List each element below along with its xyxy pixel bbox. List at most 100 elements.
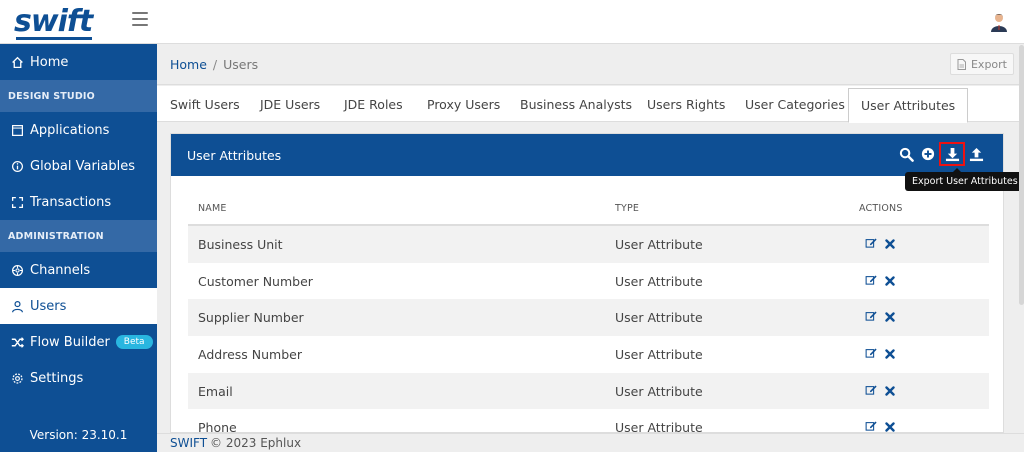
edit-icon[interactable] [865,237,877,252]
delete-icon[interactable] [885,420,895,432]
export-user-attributes-tooltip: Export User Attributes [905,168,1024,191]
row-type: User Attribute [615,420,703,433]
sidebar-section-design-studio: DESIGN STUDIO [0,80,157,112]
footer-copyright: © 2023 Ephlux [210,436,302,450]
tab-user-attributes[interactable]: User Attributes [848,88,969,123]
user-avatar-icon[interactable] [990,12,1008,32]
user-icon [8,300,26,313]
row-actions [849,274,989,289]
export-button-label: Export [970,57,1007,71]
export-button[interactable]: Export [949,53,1014,75]
tab-users-rights[interactable]: Users Rights [647,86,725,122]
column-header-type[interactable]: TYPE [615,203,849,214]
table-header: NAME TYPE ACTIONS [188,192,989,226]
table-row: Business Unit User Attribute [188,226,989,263]
edit-icon[interactable] [865,420,877,432]
download-icon[interactable] [939,142,965,166]
user-attributes-card: User Attributes NAME TYPE ACTIONS Busine… [170,133,1004,433]
delete-icon[interactable] [885,310,895,325]
sidebar-item-channels[interactable]: Channels [0,252,157,288]
gear-icon [8,372,26,385]
row-name: Email [198,383,233,399]
row-actions [849,420,989,432]
sidebar-item-label: Global Variables [30,158,136,174]
sidebar-item-label: Channels [30,262,91,278]
page-scrollbar[interactable] [1019,45,1024,305]
breadcrumb: Home / Users Export [157,45,1024,85]
sidebar-item-label: Settings [30,370,84,386]
row-name: Business Unit [198,236,283,252]
table-body: Business Unit User Attribute Customer Nu… [188,226,989,433]
column-header-name[interactable]: NAME [188,203,615,214]
card-header: User Attributes [171,134,1003,176]
footer: SWIFT © 2023 Ephlux [157,433,1024,452]
tab-jde-roles[interactable]: JDE Roles [344,86,403,122]
card-title: User Attributes [187,147,282,163]
add-circle-icon[interactable] [919,145,937,163]
sidebar-item-applications[interactable]: Applications [0,112,157,148]
attributes-table: NAME TYPE ACTIONS Business Unit User Att… [188,192,989,433]
edit-icon[interactable] [865,347,877,362]
sidebar-item-users[interactable]: Users [0,288,157,324]
sidebar-item-label: Applications [30,122,110,138]
sidebar-item-settings[interactable]: Settings [0,360,157,396]
row-type: User Attribute [615,236,703,252]
sidebar-item-transactions[interactable]: Transactions [0,184,157,220]
table-row: Customer Number User Attribute [188,263,989,300]
edit-icon[interactable] [865,310,877,325]
table-row: Email User Attribute [188,372,989,410]
breadcrumb-home-link[interactable]: Home [170,57,207,72]
sidebar-item-global-variables[interactable]: Global Variables [0,148,157,184]
tab-business-analysts[interactable]: Business Analysts [520,86,632,122]
row-name: Customer Number [198,273,313,289]
row-actions [849,310,989,325]
window-icon [8,124,26,137]
swift-logo[interactable]: swift [14,6,93,40]
footer-brand-link[interactable]: SWIFT [170,436,207,450]
card-header-actions [897,142,985,166]
sidebar-item-label: Users [30,298,67,314]
edit-icon[interactable] [865,274,877,289]
edit-icon[interactable] [865,384,877,399]
table-row: Address Number User Attribute [188,336,989,373]
tab-jde-users[interactable]: JDE Users [260,86,320,122]
dial-icon [8,264,26,277]
row-type: User Attribute [615,310,703,326]
delete-icon[interactable] [885,384,895,399]
upload-icon[interactable] [967,145,985,163]
search-icon[interactable] [897,145,915,163]
row-actions [849,237,989,252]
table-row: Supplier Number User Attribute [188,299,989,337]
version-label: Version: 23.10.1 [29,428,128,442]
sidebar-item-label: Home [30,54,69,70]
row-type: User Attribute [615,273,703,289]
sidebar-item-home[interactable]: Home [0,44,157,80]
sidebar-item-flow-builder[interactable]: Flow Builder Beta [0,324,157,360]
sidebar: swift Home DESIGN STUDIO Applications Gl… [0,0,157,452]
row-actions [849,384,989,399]
info-circle-icon [8,160,26,173]
sidebar-item-label: Flow Builder [30,334,110,350]
row-name: Supplier Number [198,310,304,326]
file-icon [957,58,966,70]
delete-icon[interactable] [885,347,895,362]
row-name: Address Number [198,346,302,362]
breadcrumb-current: Users [223,57,259,72]
delete-icon[interactable] [885,237,895,252]
tab-proxy-users[interactable]: Proxy Users [427,86,500,122]
top-bar [132,0,1024,44]
row-type: User Attribute [615,346,703,362]
tab-user-categories[interactable]: User Categories [745,86,845,122]
tabs-bar: Swift Users JDE Users JDE Roles Proxy Us… [157,86,1024,123]
row-name: Phone [198,420,237,433]
table-row: Phone User Attribute [188,409,989,433]
sidebar-item-label: Transactions [30,194,112,210]
column-header-actions: ACTIONS [859,202,903,214]
sidebar-section-administration: ADMINISTRATION [0,220,157,252]
delete-icon[interactable] [885,274,895,289]
tab-swift-users[interactable]: Swift Users [170,86,240,122]
expand-icon [8,196,26,209]
hamburger-menu-icon[interactable] [132,12,148,26]
breadcrumb-separator: / [212,57,218,72]
shuffle-icon [8,336,26,349]
